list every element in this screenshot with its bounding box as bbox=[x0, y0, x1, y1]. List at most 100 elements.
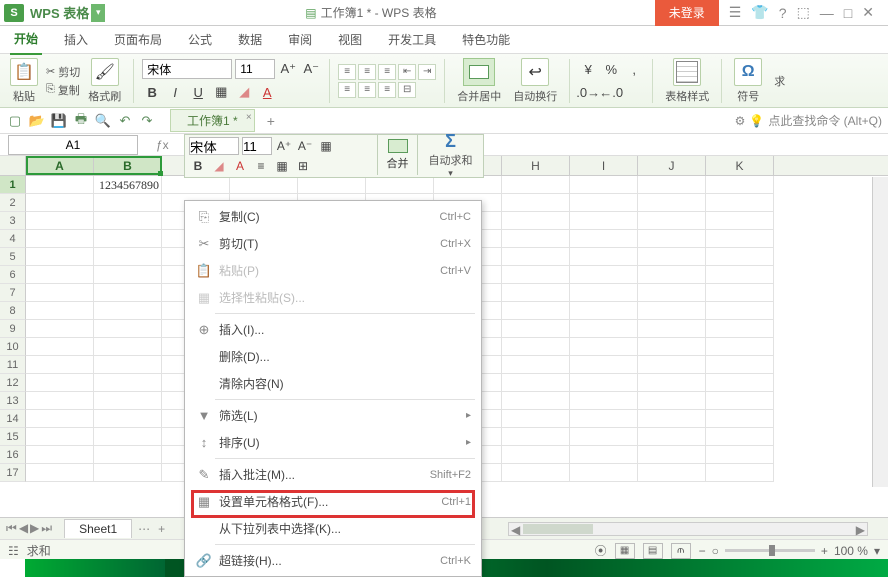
cell-K9[interactable] bbox=[706, 320, 774, 338]
zoom-slider[interactable] bbox=[725, 549, 815, 552]
cell-I6[interactable] bbox=[570, 266, 638, 284]
underline-button[interactable]: U bbox=[188, 82, 208, 102]
menu-cut[interactable]: ✂剪切(T)Ctrl+X bbox=[185, 230, 481, 257]
menu-delete[interactable]: 删除(D)... bbox=[185, 343, 481, 370]
cell-K7[interactable] bbox=[706, 284, 774, 302]
merge-center-icon[interactable] bbox=[463, 58, 495, 86]
cut-button[interactable]: ✂剪切 bbox=[46, 64, 80, 80]
col-header-B[interactable]: B bbox=[94, 156, 162, 175]
cell-I8[interactable] bbox=[570, 302, 638, 320]
indent-decrease[interactable]: ⇤ bbox=[398, 64, 416, 80]
row-header-16[interactable]: 16 bbox=[0, 446, 26, 464]
cell-H12[interactable] bbox=[502, 374, 570, 392]
cell-I4[interactable] bbox=[570, 230, 638, 248]
cell-I14[interactable] bbox=[570, 410, 638, 428]
align-left[interactable]: ≡ bbox=[338, 82, 356, 98]
maximize-icon[interactable]: □ bbox=[844, 5, 852, 21]
cell-A15[interactable] bbox=[26, 428, 94, 446]
undo-icon[interactable]: ↶ bbox=[116, 112, 134, 130]
cell-G1[interactable] bbox=[434, 176, 502, 194]
menu-sort[interactable]: ↕排序(U)▸ bbox=[185, 429, 481, 456]
row-header-8[interactable]: 8 bbox=[0, 302, 26, 320]
cell-I17[interactable] bbox=[570, 464, 638, 482]
wrap-text-icon[interactable]: ↩ bbox=[521, 58, 549, 86]
cell-D1[interactable] bbox=[230, 176, 298, 194]
fill-color-button[interactable]: ◢ bbox=[234, 82, 254, 102]
cell-A7[interactable] bbox=[26, 284, 94, 302]
mini-format[interactable]: ⊞ bbox=[294, 157, 312, 175]
normal-view-button[interactable]: ▦ bbox=[615, 543, 635, 559]
cell-H1[interactable] bbox=[502, 176, 570, 194]
reading-view-icon[interactable]: ⦿ bbox=[595, 542, 607, 559]
copy-button[interactable]: ⎘复制 bbox=[46, 82, 80, 98]
row-header-4[interactable]: 4 bbox=[0, 230, 26, 248]
cell-B12[interactable] bbox=[94, 374, 162, 392]
cell-I15[interactable] bbox=[570, 428, 638, 446]
cell-A10[interactable] bbox=[26, 338, 94, 356]
col-header-H[interactable]: H bbox=[502, 156, 570, 175]
mini-align[interactable]: ≡ bbox=[252, 157, 270, 175]
menu-paste[interactable]: 📋粘贴(P)Ctrl+V bbox=[185, 257, 481, 284]
mini-decrease-font[interactable]: A⁻ bbox=[296, 137, 314, 155]
increase-decimal[interactable]: .0→ bbox=[578, 82, 598, 102]
cell-K2[interactable] bbox=[706, 194, 774, 212]
mini-merge-group[interactable]: 合并 bbox=[377, 135, 417, 175]
row-header-15[interactable]: 15 bbox=[0, 428, 26, 446]
cell-K11[interactable] bbox=[706, 356, 774, 374]
cell-I2[interactable] bbox=[570, 194, 638, 212]
sheet-more[interactable]: ⋯ bbox=[138, 522, 152, 536]
merge-cells-small[interactable]: ⊟ bbox=[398, 82, 416, 98]
cell-B4[interactable] bbox=[94, 230, 162, 248]
mini-size-select[interactable] bbox=[242, 137, 272, 155]
cell-B10[interactable] bbox=[94, 338, 162, 356]
mini-increase-font[interactable]: A⁺ bbox=[275, 137, 293, 155]
row-header-6[interactable]: 6 bbox=[0, 266, 26, 284]
open-icon[interactable]: 📂 bbox=[28, 112, 46, 130]
tab-insert[interactable]: 插入 bbox=[60, 25, 92, 54]
cell-H7[interactable] bbox=[502, 284, 570, 302]
workbook-tab[interactable]: 工作簿1 *× bbox=[170, 109, 255, 132]
cell-H6[interactable] bbox=[502, 266, 570, 284]
zoom-reset-button[interactable]: ○ bbox=[712, 544, 719, 558]
tab-layout[interactable]: 页面布局 bbox=[110, 25, 166, 54]
cell-J3[interactable] bbox=[638, 212, 706, 230]
mini-font-color[interactable]: A bbox=[231, 157, 249, 175]
menu-insert[interactable]: ⊕插入(I)... bbox=[185, 316, 481, 343]
vertical-scrollbar[interactable] bbox=[872, 177, 888, 487]
cell-H13[interactable] bbox=[502, 392, 570, 410]
close-icon[interactable]: ✕ bbox=[862, 4, 874, 21]
sheet-tab-1[interactable]: Sheet1 bbox=[64, 519, 132, 538]
row-header-1[interactable]: 1 bbox=[0, 176, 26, 194]
save-icon[interactable]: 💾 bbox=[50, 112, 68, 130]
cell-H2[interactable] bbox=[502, 194, 570, 212]
cell-I16[interactable] bbox=[570, 446, 638, 464]
cell-H4[interactable] bbox=[502, 230, 570, 248]
tab-view[interactable]: 视图 bbox=[334, 25, 366, 54]
cell-J5[interactable] bbox=[638, 248, 706, 266]
cell-B14[interactable] bbox=[94, 410, 162, 428]
cell-I5[interactable] bbox=[570, 248, 638, 266]
sheet-nav-last[interactable]: ⏭ bbox=[41, 521, 52, 536]
menu-filter[interactable]: ▼筛选(L)▸ bbox=[185, 402, 481, 429]
tab-data[interactable]: 数据 bbox=[234, 25, 266, 54]
add-sheet-button[interactable]: + bbox=[158, 522, 165, 536]
cell-J14[interactable] bbox=[638, 410, 706, 428]
print-icon[interactable]: 🖶 bbox=[72, 112, 90, 130]
decrease-decimal[interactable]: ←.0 bbox=[601, 82, 621, 102]
cell-A13[interactable] bbox=[26, 392, 94, 410]
cell-K6[interactable] bbox=[706, 266, 774, 284]
paste-icon[interactable]: 📋 bbox=[10, 58, 38, 86]
menu-hyperlink[interactable]: 🔗超链接(H)...Ctrl+K bbox=[185, 547, 481, 574]
cell-J10[interactable] bbox=[638, 338, 706, 356]
col-header-K[interactable]: K bbox=[706, 156, 774, 175]
page-layout-button[interactable]: ▤ bbox=[643, 543, 663, 559]
cell-K13[interactable] bbox=[706, 392, 774, 410]
bold-button[interactable]: B bbox=[142, 82, 162, 102]
cell-A6[interactable] bbox=[26, 266, 94, 284]
row-header-10[interactable]: 10 bbox=[0, 338, 26, 356]
cell-I13[interactable] bbox=[570, 392, 638, 410]
cell-H16[interactable] bbox=[502, 446, 570, 464]
cell-J8[interactable] bbox=[638, 302, 706, 320]
cell-J7[interactable] bbox=[638, 284, 706, 302]
percent-button[interactable]: % bbox=[601, 59, 621, 79]
